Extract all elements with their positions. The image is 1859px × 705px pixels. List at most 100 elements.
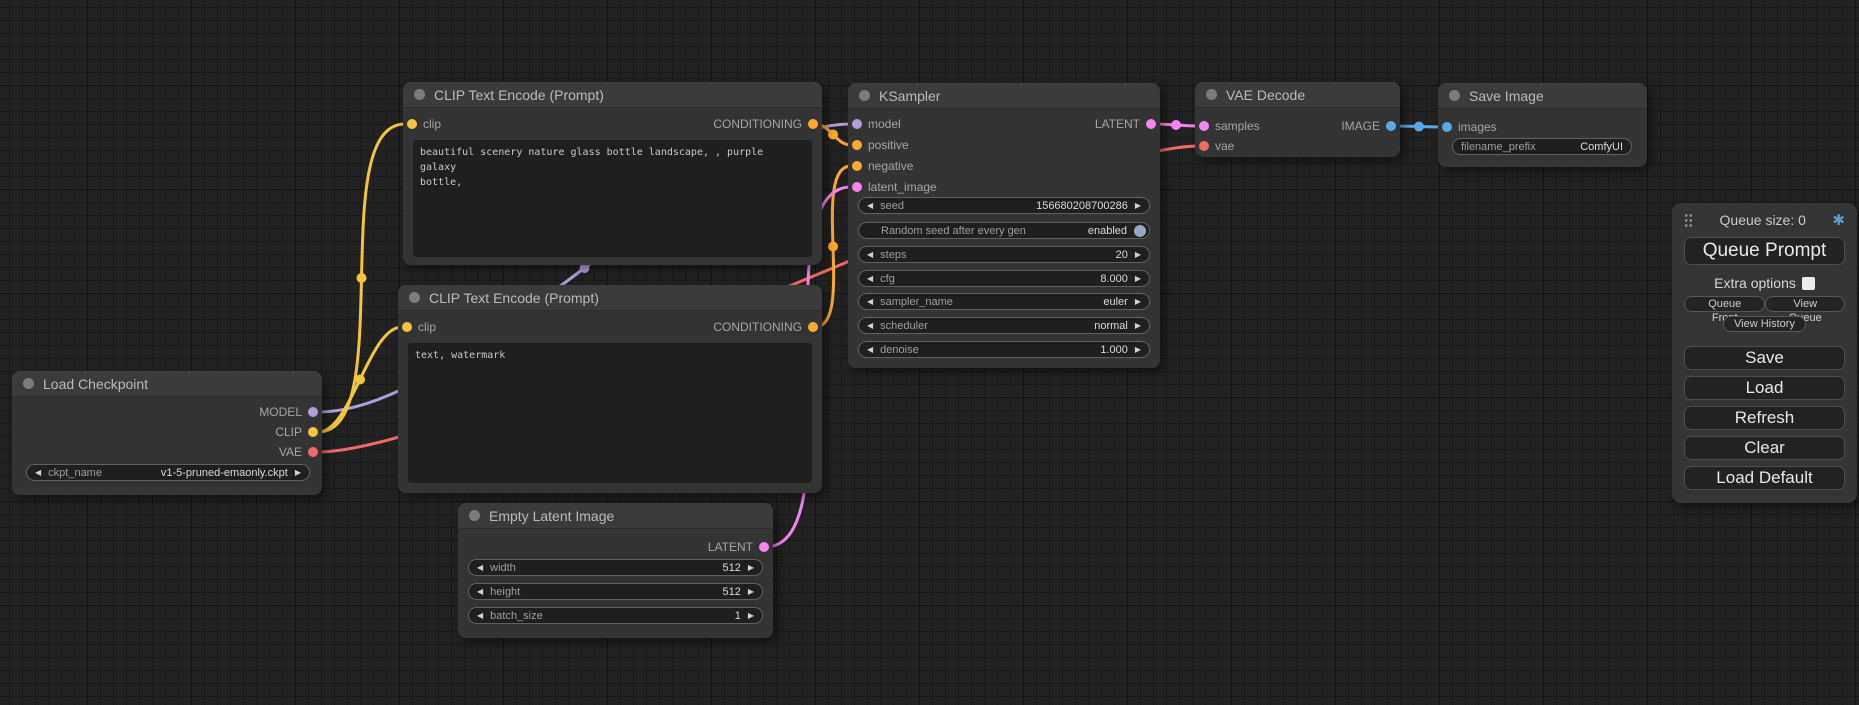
input-dot-clip[interactable] <box>402 322 412 332</box>
input-dot-samples[interactable] <box>1199 121 1209 131</box>
output-slot-CONDITIONING[interactable]: CONDITIONING <box>713 116 818 132</box>
collapse-dot-icon[interactable] <box>469 510 480 521</box>
input-dot-positive[interactable] <box>852 140 862 150</box>
input-dot-vae[interactable] <box>1199 141 1209 151</box>
queue-front-button[interactable]: Queue Front <box>1684 296 1765 312</box>
output-slot-CONDITIONING[interactable]: CONDITIONING <box>713 319 818 335</box>
node-vae-decode[interactable]: VAE Decode samples vae IMAGE <box>1195 82 1400 157</box>
decrement-arrow[interactable]: ◀ <box>867 275 873 283</box>
widget-ckpt_name[interactable]: ◀ckpt_namev1-5-pruned-emaonly.ckpt▶ <box>26 464 310 481</box>
increment-arrow[interactable]: ▶ <box>748 588 754 596</box>
input-slot-clip[interactable]: clip <box>402 319 436 335</box>
increment-arrow[interactable]: ▶ <box>1135 275 1141 283</box>
node-load-checkpoint[interactable]: Load Checkpoint MODEL CLIP VAE ◀ckpt_namev1-… <box>12 371 322 495</box>
node-title-bar[interactable]: Empty Latent Image <box>458 503 773 529</box>
collapse-dot-icon[interactable] <box>414 89 425 100</box>
widget-batch_size[interactable]: ◀batch_size1▶ <box>468 607 763 624</box>
node-title-bar[interactable]: KSampler <box>848 83 1160 109</box>
increment-arrow[interactable]: ▶ <box>295 469 301 477</box>
prompt-text-input[interactable]: beautiful scenery nature glass bottle la… <box>413 140 812 257</box>
save-button[interactable]: Save <box>1684 346 1845 370</box>
widget-height[interactable]: ◀height512▶ <box>468 583 763 600</box>
input-slot-model[interactable]: model <box>852 116 901 132</box>
output-dot-IMAGE[interactable] <box>1386 121 1396 131</box>
node-title-bar[interactable]: VAE Decode <box>1195 82 1400 108</box>
decrement-arrow[interactable]: ◀ <box>477 612 483 620</box>
input-dot-negative[interactable] <box>852 161 862 171</box>
decrement-arrow[interactable]: ◀ <box>477 564 483 572</box>
decrement-arrow[interactable]: ◀ <box>867 346 873 354</box>
decrement-arrow[interactable]: ◀ <box>867 202 873 210</box>
widget-cfg[interactable]: ◀cfg8.000▶ <box>858 270 1150 287</box>
widget-Random seed after every gen[interactable]: Random seed after every genenabled <box>858 222 1150 239</box>
increment-arrow[interactable]: ▶ <box>1135 346 1141 354</box>
input-slot-samples[interactable]: samples <box>1199 118 1260 134</box>
collapse-dot-icon[interactable] <box>1449 90 1460 101</box>
view-history-button[interactable]: View History <box>1723 316 1806 332</box>
node-empty-latent-image[interactable]: Empty Latent Image LATENT ◀width512▶ ◀heigh… <box>458 503 773 638</box>
increment-arrow[interactable]: ▶ <box>1135 202 1141 210</box>
output-dot-MODEL[interactable] <box>308 407 318 417</box>
decrement-arrow[interactable]: ◀ <box>867 322 873 330</box>
collapse-dot-icon[interactable] <box>409 292 420 303</box>
input-slot-clip[interactable]: clip <box>407 116 441 132</box>
decrement-arrow[interactable]: ◀ <box>477 588 483 596</box>
output-slot-MODEL[interactable]: MODEL <box>259 404 318 420</box>
input-slot-latent_image[interactable]: latent_image <box>852 179 937 195</box>
output-slot-LATENT[interactable]: LATENT <box>708 539 769 555</box>
node-clip-text-encode-positive[interactable]: CLIP Text Encode (Prompt) clip CONDITIONIN… <box>403 82 822 265</box>
decrement-arrow[interactable]: ◀ <box>867 251 873 259</box>
node-title-bar[interactable]: Load Checkpoint <box>12 371 322 397</box>
drag-handle-icon[interactable] <box>1684 213 1693 228</box>
increment-arrow[interactable]: ▶ <box>1135 322 1141 330</box>
widget-filename_prefix[interactable]: filename_prefixComfyUI <box>1452 138 1632 155</box>
node-title-bar[interactable]: CLIP Text Encode (Prompt) <box>398 285 822 311</box>
queue-prompt-button[interactable]: Queue Prompt <box>1684 237 1845 265</box>
output-slot-LATENT[interactable]: LATENT <box>1095 116 1156 132</box>
output-dot-LATENT[interactable] <box>1146 119 1156 129</box>
output-dot-CLIP[interactable] <box>308 427 318 437</box>
clear-button[interactable]: Clear <box>1684 436 1845 460</box>
increment-arrow[interactable]: ▶ <box>748 564 754 572</box>
collapse-dot-icon[interactable] <box>859 90 870 101</box>
input-dot-images[interactable] <box>1442 122 1452 132</box>
output-slot-CLIP[interactable]: CLIP <box>275 424 318 440</box>
node-ksampler[interactable]: KSampler model positive negative latent_imag… <box>848 83 1160 368</box>
input-slot-vae[interactable]: vae <box>1199 138 1234 154</box>
decrement-arrow[interactable]: ◀ <box>35 469 41 477</box>
input-slot-positive[interactable]: positive <box>852 137 909 153</box>
increment-arrow[interactable]: ▶ <box>748 612 754 620</box>
widget-steps[interactable]: ◀steps20▶ <box>858 246 1150 263</box>
output-dot-CONDITIONING[interactable] <box>808 322 818 332</box>
node-title-bar[interactable]: Save Image <box>1438 83 1647 109</box>
increment-arrow[interactable]: ▶ <box>1135 298 1141 306</box>
widget-seed[interactable]: ◀seed156680208700286▶ <box>858 197 1150 214</box>
output-dot-LATENT[interactable] <box>759 542 769 552</box>
output-dot-CONDITIONING[interactable] <box>808 119 818 129</box>
output-dot-VAE[interactable] <box>308 447 318 457</box>
settings-gear-icon[interactable]: ✱ <box>1832 213 1845 228</box>
node-clip-text-encode-negative[interactable]: CLIP Text Encode (Prompt) clip CONDITIONIN… <box>398 285 822 493</box>
input-dot-latent_image[interactable] <box>852 182 862 192</box>
load-button[interactable]: Load <box>1684 376 1845 400</box>
input-slot-images[interactable]: images <box>1442 119 1497 135</box>
input-dot-model[interactable] <box>852 119 862 129</box>
toggle-state-dot[interactable] <box>1134 225 1146 237</box>
output-slot-IMAGE[interactable]: IMAGE <box>1341 118 1396 134</box>
extra-options-checkbox[interactable] <box>1802 277 1815 290</box>
widget-width[interactable]: ◀width512▶ <box>468 559 763 576</box>
increment-arrow[interactable]: ▶ <box>1135 251 1141 259</box>
input-dot-clip[interactable] <box>407 119 417 129</box>
widget-sampler_name[interactable]: ◀sampler_nameeuler▶ <box>858 293 1150 310</box>
collapse-dot-icon[interactable] <box>23 378 34 389</box>
collapse-dot-icon[interactable] <box>1206 89 1217 100</box>
output-slot-VAE[interactable]: VAE <box>279 444 318 460</box>
widget-scheduler[interactable]: ◀schedulernormal▶ <box>858 317 1150 334</box>
widget-denoise[interactable]: ◀denoise1.000▶ <box>858 341 1150 358</box>
node-title-bar[interactable]: CLIP Text Encode (Prompt) <box>403 82 822 108</box>
input-slot-negative[interactable]: negative <box>852 158 913 174</box>
prompt-text-input[interactable]: text, watermark <box>408 343 812 483</box>
decrement-arrow[interactable]: ◀ <box>867 298 873 306</box>
view-queue-button[interactable]: View Queue <box>1765 296 1845 312</box>
refresh-button[interactable]: Refresh <box>1684 406 1845 430</box>
